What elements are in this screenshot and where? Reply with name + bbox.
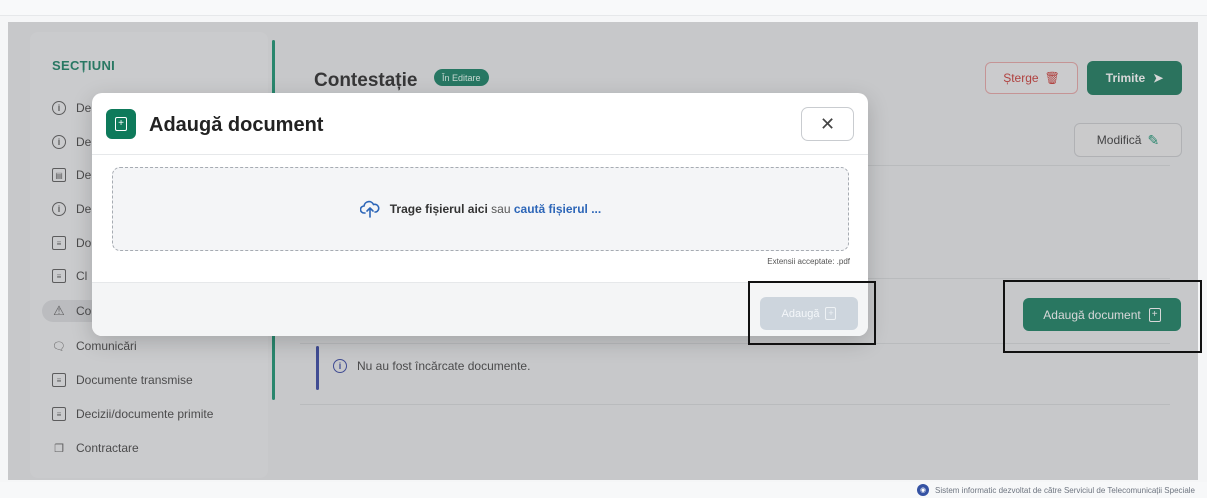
modal-file-plus-icon: + — [106, 109, 136, 139]
footer-credit: ◉ Sistem informatic dezvoltat de către S… — [917, 484, 1195, 496]
annotation-box — [1003, 280, 1202, 353]
annotation-box — [748, 281, 876, 345]
accepted-extensions: Extensii acceptate: .pdf — [767, 257, 850, 266]
sts-logo-icon: ◉ — [917, 484, 930, 496]
browser-top-strip — [0, 0, 1207, 16]
drop-separator: sau — [491, 202, 511, 216]
close-button[interactable]: ✕ — [801, 107, 854, 141]
cloud-upload-icon — [359, 200, 380, 218]
drop-instruction: Trage fișierul aici — [389, 202, 488, 216]
file-dropzone[interactable]: Trage fișierul aici sau caută fișierul .… — [112, 167, 849, 251]
browse-file-link[interactable]: caută fișierul ... — [514, 202, 601, 216]
modal-title: Adaugă document — [149, 114, 324, 136]
file-plus-icon: + — [115, 117, 127, 131]
close-icon: ✕ — [819, 113, 836, 134]
modal-header: + Adaugă document ✕ — [92, 93, 868, 155]
footer-text: Sistem informatic dezvoltat de către Ser… — [935, 485, 1195, 495]
